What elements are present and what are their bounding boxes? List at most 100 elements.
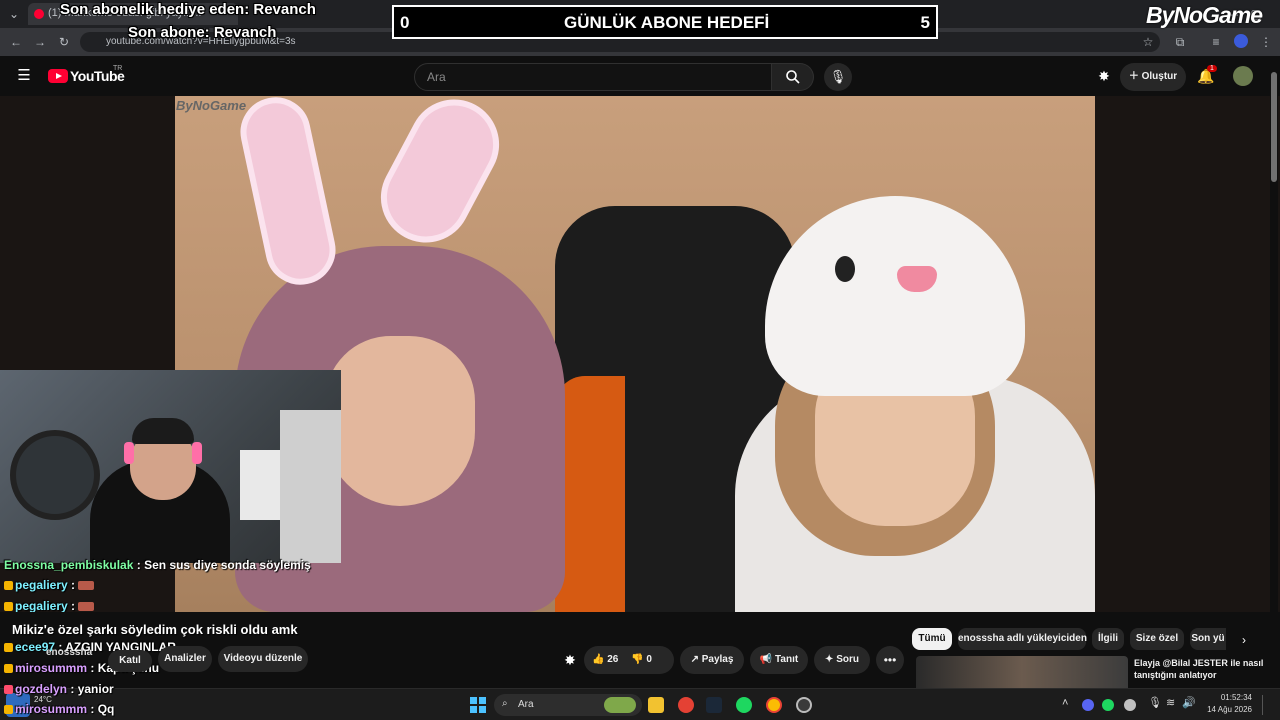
goal-label: GÜNLÜK ABONE HEDEFİ (564, 13, 770, 32)
promote-button[interactable]: 📢 Tanıt (750, 646, 808, 674)
streamer-webcam (0, 370, 341, 563)
plus-icon: ＋ (1128, 71, 1139, 82)
file-explorer-icon[interactable] (648, 697, 664, 713)
bunny-hat (765, 196, 1025, 396)
goal-target: 5 (920, 13, 930, 32)
reading-list-icon[interactable]: ≡ (1208, 34, 1224, 50)
wifi-icon[interactable]: ≋ (1166, 696, 1175, 709)
discord-tray-icon[interactable] (1082, 699, 1094, 711)
scrollbar-thumb[interactable] (1271, 72, 1277, 182)
chair-orange-panel (555, 376, 625, 612)
recommended-thumbnail[interactable] (916, 656, 1128, 688)
search-input[interactable]: Ara (414, 63, 772, 91)
analytics-button[interactable]: Analizler (158, 646, 212, 672)
last-gift-overlay: Son abonelik hediye eden: Revanch (60, 1, 316, 18)
steam-icon[interactable] (706, 697, 722, 713)
chevron-right-icon[interactable]: › (1236, 632, 1252, 648)
last-sub-overlay: Son abone: Revanch (128, 24, 277, 41)
more-horizontal-icon: ••• (883, 653, 897, 667)
voice-search-button[interactable]: 🎙 (824, 63, 852, 91)
sparkle-icon[interactable]: ✸ (562, 652, 578, 668)
chat-badge-icon (4, 581, 13, 590)
premium-icon[interactable]: ✸ (1096, 68, 1112, 84)
like-button[interactable]: 👍 26 (592, 654, 618, 665)
video-title: Mikiz'e özel şarkı söyledim çok riskli o… (12, 622, 298, 637)
forward-icon[interactable]: → (32, 34, 48, 50)
search-highlight-icon (604, 697, 636, 713)
microphone-tray-icon[interactable]: 🎙 (1148, 696, 1162, 709)
headset-pink-icon (124, 442, 134, 464)
spotify-tray-icon[interactable] (1102, 699, 1114, 711)
youtube-logo-icon[interactable] (48, 69, 68, 83)
bunny-ear-left (234, 96, 342, 292)
filter-chip-uploader[interactable]: enosssha adlı yükleyiciden (958, 628, 1087, 650)
hat-eye-icon (835, 256, 855, 282)
create-label: Oluştur (1141, 71, 1178, 82)
steam-tray-icon[interactable] (1124, 699, 1136, 711)
ask-button[interactable]: ✦ Soru (814, 646, 870, 674)
goal-current: 0 (400, 13, 410, 32)
bookmark-star-icon[interactable]: ☆ (1140, 34, 1156, 50)
hamburger-menu-icon[interactable]: ☰ (16, 68, 32, 84)
thumbs-down-icon: 👎 (631, 654, 644, 665)
youtube-favicon-icon (34, 9, 44, 19)
megaphone-icon: 📢 (759, 654, 773, 665)
chat-badge-icon (4, 685, 13, 694)
windows-start-icon[interactable] (470, 697, 486, 713)
channel-name[interactable]: enosssha (46, 647, 92, 658)
profile-avatar-icon[interactable] (1234, 34, 1248, 48)
notification-count-badge: 1 (1207, 65, 1217, 72)
reload-icon[interactable]: ↻ (56, 34, 72, 50)
join-button[interactable]: Katıl (108, 650, 152, 672)
show-desktop-button[interactable] (1262, 695, 1268, 715)
edit-video-button[interactable]: Videoyu düzenle (218, 646, 308, 672)
chrome-active-icon[interactable] (766, 697, 782, 713)
volume-icon[interactable]: 🔊 (1182, 696, 1196, 709)
search-placeholder: Ara (427, 70, 446, 84)
share-button[interactable]: ↗ Paylaş (680, 646, 744, 674)
chat-badge-icon (4, 602, 13, 611)
chrome-icon[interactable] (678, 697, 694, 713)
dislike-button[interactable]: 👎 0 (631, 654, 652, 665)
video-player[interactable]: ByNoGame Enossna_pembiskulak : Sen sus d… (0, 96, 1280, 612)
recommended-title[interactable]: Elayja @Bilal JESTER ile nasıl tanıştığı… (1134, 657, 1264, 681)
clock-date[interactable]: 14 Ağu 2026 (1200, 705, 1252, 714)
search-button[interactable] (772, 63, 814, 91)
region-code: TR (113, 65, 123, 72)
video-watermark: ByNoGame (176, 98, 247, 113)
bed-frame (280, 410, 341, 563)
chat-line: gozdelyn : yanior (4, 682, 114, 696)
search-icon (785, 70, 800, 84)
more-actions-button[interactable]: ••• (876, 646, 904, 674)
create-button[interactable]: ＋ Oluştur (1120, 63, 1186, 91)
clock-time[interactable]: 01:52:34 (1212, 693, 1252, 702)
tab-search-icon[interactable]: ⌄ (6, 6, 22, 22)
taskbar-search[interactable]: ⌕ Ara (494, 694, 642, 716)
scrollbar[interactable] (1270, 60, 1278, 688)
share-icon: ↗ (690, 654, 699, 665)
back-icon[interactable]: ← (8, 34, 24, 50)
spotify-icon[interactable] (736, 697, 752, 713)
emote-icon (78, 581, 95, 590)
chat-badge-icon (4, 664, 13, 673)
account-avatar[interactable] (1233, 66, 1253, 86)
chat-line: mirosummm : Qq (4, 702, 114, 716)
left-person-face (325, 336, 475, 506)
headset-pink-icon (192, 442, 202, 464)
filter-chip-for-you[interactable]: Size özel (1130, 628, 1184, 650)
bunny-ear-right (365, 96, 515, 259)
like-dislike-group: 👍 26 👎 0 (584, 646, 674, 674)
extensions-icon[interactable]: ⧉ (1172, 34, 1188, 50)
filter-chip-all[interactable]: Tümü (912, 628, 952, 650)
filter-chip-recent[interactable]: Son yü (1190, 628, 1226, 650)
filter-chip-related[interactable]: İlgili (1092, 628, 1124, 650)
chrome-menu-icon[interactable]: ⋮ (1258, 34, 1274, 50)
sparkle-ask-icon: ✦ (825, 654, 834, 665)
thumbs-up-icon: 👍 (592, 654, 605, 665)
chat-line: pegaliery : (4, 578, 96, 592)
chat-badge-icon (4, 705, 13, 714)
tray-chevron-up-icon[interactable]: ˄ (1062, 697, 1068, 709)
appliance (240, 450, 280, 520)
obs-icon[interactable] (796, 697, 812, 713)
sub-goal-box: 0 GÜNLÜK ABONE HEDEFİ 5 (392, 5, 938, 39)
